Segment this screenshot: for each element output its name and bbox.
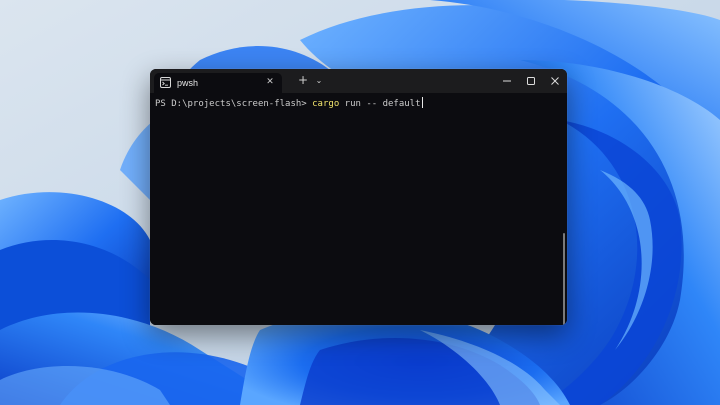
title-bar[interactable]: pwsh ✕ + ⌄: [150, 69, 567, 93]
terminal-icon: [160, 77, 171, 88]
close-icon: [551, 77, 559, 85]
command-text: cargo: [312, 99, 340, 109]
scrollbar[interactable]: [563, 233, 565, 325]
new-tab-button[interactable]: +: [296, 74, 310, 88]
tab-close-icon[interactable]: ✕: [264, 76, 276, 88]
maximize-icon: [527, 77, 535, 85]
prompt-line: PS D:\projects\screen-flash> cargo run -…: [155, 97, 423, 110]
minimize-icon: [503, 80, 511, 82]
terminal-window[interactable]: pwsh ✕ + ⌄ PS D:\projects\screen-flash> …: [150, 69, 567, 325]
maximize-button[interactable]: [519, 69, 543, 93]
tab-pwsh[interactable]: pwsh ✕: [154, 73, 282, 93]
prompt-text: PS D:\projects\screen-flash>: [155, 99, 313, 109]
minimize-button[interactable]: [495, 69, 519, 93]
command-args: run -- default: [339, 99, 421, 109]
terminal-output[interactable]: PS D:\projects\screen-flash> cargo run -…: [150, 93, 567, 325]
tab-title: pwsh: [177, 78, 199, 88]
tab-dropdown-button[interactable]: ⌄: [313, 74, 325, 88]
text-cursor: [421, 97, 423, 108]
close-button[interactable]: [543, 69, 567, 93]
